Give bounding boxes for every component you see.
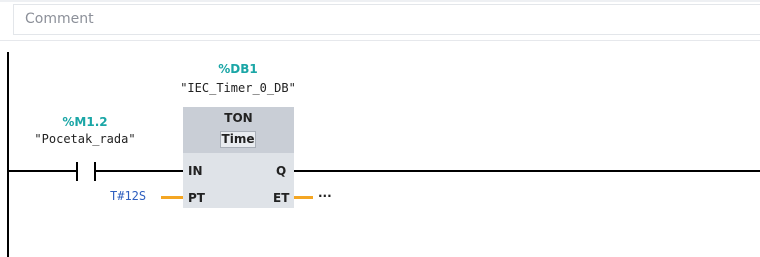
power-rail <box>7 52 9 257</box>
pin-pt[interactable]: PT <box>188 191 205 205</box>
ton-timer-block[interactable]: TON Time IN PT Q ET <box>183 107 294 208</box>
pt-param-wire <box>161 196 183 199</box>
contact-address[interactable]: %M1.2 <box>55 115 115 129</box>
contact-tag-name[interactable]: "Pocetak_rada" <box>20 132 150 146</box>
pin-q[interactable]: Q <box>276 164 286 178</box>
contact-left-bar[interactable] <box>76 162 78 181</box>
network-comment-field[interactable]: Comment <box>13 4 760 35</box>
rung-wire-right <box>294 170 760 172</box>
instance-db-name[interactable]: "IEC_Timer_0_DB" <box>158 81 318 95</box>
top-border <box>0 0 760 2</box>
et-value[interactable]: ... <box>318 186 332 200</box>
rung-wire-left <box>9 170 76 172</box>
block-type-label: TON <box>224 111 253 125</box>
instance-db-address[interactable]: %DB1 <box>200 62 276 76</box>
block-time-type-selector[interactable]: Time <box>220 131 256 148</box>
pin-in[interactable]: IN <box>188 164 203 178</box>
network-separator <box>0 40 760 41</box>
block-header: TON Time <box>183 107 294 153</box>
comment-placeholder: Comment <box>25 11 94 27</box>
et-param-wire <box>294 196 313 199</box>
pin-et[interactable]: ET <box>273 191 289 205</box>
rung-wire-to-block <box>96 170 183 172</box>
pt-value[interactable]: T#12S <box>110 189 146 203</box>
